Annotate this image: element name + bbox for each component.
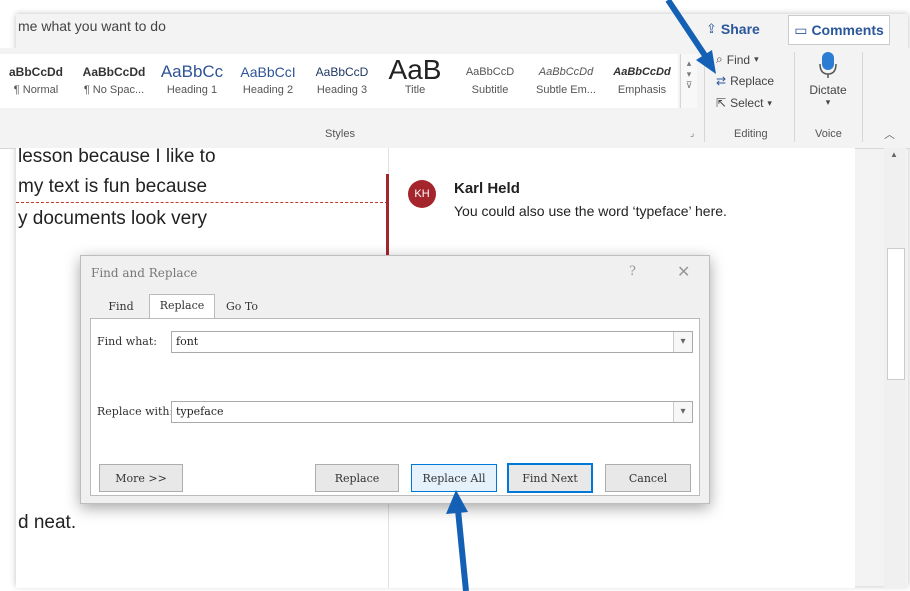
callout-arrows (446, 0, 716, 591)
arrow-to-replace-icon (665, 0, 716, 74)
arrow-to-replace-all-icon (446, 490, 469, 591)
